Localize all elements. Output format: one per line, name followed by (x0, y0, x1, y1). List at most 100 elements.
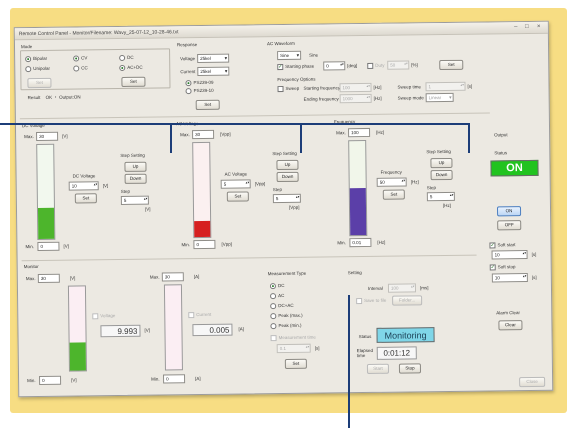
dc-step-title: Step Setting (120, 152, 145, 158)
ac-max-unit: [Vpp] (220, 131, 231, 137)
cv-radio[interactable] (73, 55, 80, 62)
frequency-gauge (348, 139, 368, 237)
ac-max-input[interactable]: 30 (192, 129, 215, 140)
ps239-09-radio[interactable] (185, 80, 192, 87)
duty-checkbox[interactable] (367, 62, 374, 69)
minimize-icon[interactable]: – (512, 24, 520, 31)
ps239-10-radio[interactable] (185, 88, 192, 95)
measurement-set-button[interactable]: Set (284, 358, 307, 369)
soft-stop-checkbox[interactable]: ✓ (489, 264, 496, 271)
output-title: Output (494, 132, 508, 138)
bipolar-label: Bipolar (33, 55, 48, 62)
unipolar-radio[interactable] (25, 66, 32, 73)
ac-up-button[interactable]: Up (276, 159, 299, 171)
bipolar-radio[interactable] (25, 56, 32, 63)
callout-line-ac (300, 123, 302, 153)
cc-radio[interactable] (73, 65, 80, 72)
freq-max-input[interactable]: 100 (348, 127, 371, 138)
freq-min-input[interactable]: 0.01 (349, 237, 372, 248)
stop-button[interactable]: Stop (398, 363, 422, 374)
dc-min-input[interactable]: 0 (37, 241, 60, 252)
dc-voltage-input[interactable]: 10 (68, 181, 99, 191)
mode-title: Mode (20, 44, 33, 50)
ac-set-button[interactable]: Set (226, 191, 249, 202)
close-button[interactable]: Close (519, 376, 546, 388)
dc-down-button[interactable]: Down (124, 173, 147, 184)
alarm-clear-button[interactable]: Clear (498, 320, 523, 331)
interval-unit: [ms] (419, 285, 429, 291)
elapsed-time-readout: 0:01:12 (376, 346, 417, 360)
close-icon[interactable]: × (535, 24, 543, 31)
interval-label: Interval (367, 285, 383, 291)
interval-input[interactable]: 100 (387, 283, 417, 293)
freq-set-button[interactable]: Set (382, 189, 405, 200)
freq-step-title: Step Setting (426, 148, 451, 155)
starting-phase-checkbox[interactable]: ✓ (277, 63, 284, 71)
meas-dcac-radio[interactable] (270, 303, 277, 310)
meas-peak-min-radio[interactable] (270, 323, 277, 330)
waveform-set-button[interactable]: Set (439, 59, 464, 71)
meas-dc-radio[interactable] (269, 283, 276, 290)
measurement-time-input[interactable]: 0.1 (276, 343, 311, 354)
starting-phase-input[interactable]: 0 (323, 61, 346, 71)
maximize-icon[interactable]: □ (523, 24, 531, 31)
sweep-mode-select[interactable]: Linear (425, 92, 454, 103)
elapsed-time-label: Elapsed time (356, 347, 374, 359)
freq-down-button[interactable]: Down (430, 169, 453, 181)
dc-max-label: Max. (24, 134, 34, 140)
duty-input[interactable]: 50 (387, 60, 410, 70)
meas-dc-label: DC (277, 282, 285, 289)
output-on-button[interactable]: ON (496, 206, 522, 217)
dc-radio[interactable] (119, 54, 126, 61)
waveform-select[interactable]: Sine (277, 50, 302, 61)
dc-up-button[interactable]: Up (124, 161, 147, 172)
folder-button[interactable]: Folder... (392, 295, 423, 306)
mon-a-max-input[interactable]: 30 (161, 272, 184, 282)
start-frequency-label: Starting frequency (303, 85, 341, 91)
output-off-button[interactable]: OFF (497, 220, 522, 231)
mon-a-min-input[interactable]: 0 (163, 374, 186, 384)
voltage-response-select[interactable]: 25kel (197, 53, 230, 64)
meas-peak-max-radio[interactable] (270, 313, 277, 320)
ac-step-label: Step (272, 187, 283, 193)
mode-set-button[interactable]: Set (121, 76, 146, 87)
dc-set-button[interactable]: Set (74, 193, 97, 204)
freq-step-input[interactable]: 5 (426, 191, 455, 202)
meas-ac-radio[interactable] (270, 293, 277, 300)
dc-max-input[interactable]: 30 (36, 131, 59, 142)
soft-start-checkbox[interactable]: ✓ (489, 242, 496, 249)
ac-min-input[interactable]: 0 (193, 239, 216, 250)
ac-field-label: AC Voltage (224, 171, 248, 177)
mon-v-max-input[interactable]: 30 (37, 273, 60, 284)
ac-down-button[interactable]: Down (276, 171, 299, 183)
ac-step-input[interactable]: 5 (272, 193, 301, 204)
mon-a-max-label: Max. (149, 274, 160, 280)
soft-stop-input[interactable]: 10 (491, 273, 528, 283)
soft-start-unit: [s] (531, 251, 537, 257)
soft-start-label: Soft start (497, 242, 516, 248)
sweep-time-input[interactable]: 1 (425, 81, 466, 92)
sweep-checkbox[interactable] (277, 85, 284, 93)
frequency-gauge-fill (349, 187, 367, 236)
frequency-input[interactable]: 50 (376, 177, 407, 187)
dc-step-input[interactable]: 5 (120, 195, 149, 205)
start-button[interactable]: Start (366, 363, 390, 374)
sweep-time-unit: [s] (467, 83, 473, 89)
ac-voltage-gauge-fill (194, 220, 211, 238)
freq-up-button[interactable]: Up (430, 157, 453, 169)
current-response-select[interactable]: 25kel (197, 66, 230, 77)
response-set-button[interactable]: Set (195, 99, 220, 111)
save-to-file-checkbox[interactable] (356, 298, 363, 305)
mon-v-min-input[interactable]: 0 (39, 375, 62, 385)
ac-voltage-input[interactable]: 5 (220, 179, 251, 189)
mode-set-button-disabled[interactable]: Set (27, 77, 52, 89)
freq-max-unit: [Hz] (376, 129, 385, 135)
voltage-monitor-checkbox[interactable] (92, 313, 99, 320)
start-frequency-input[interactable]: 100 (339, 82, 372, 93)
cv-label: CV (81, 55, 88, 61)
current-monitor-checkbox[interactable] (188, 312, 195, 319)
soft-start-input[interactable]: 10 (491, 250, 528, 260)
acdc-radio[interactable] (119, 64, 126, 71)
end-frequency-input[interactable]: 1000 (339, 93, 372, 104)
measurement-time-checkbox[interactable] (270, 335, 277, 342)
